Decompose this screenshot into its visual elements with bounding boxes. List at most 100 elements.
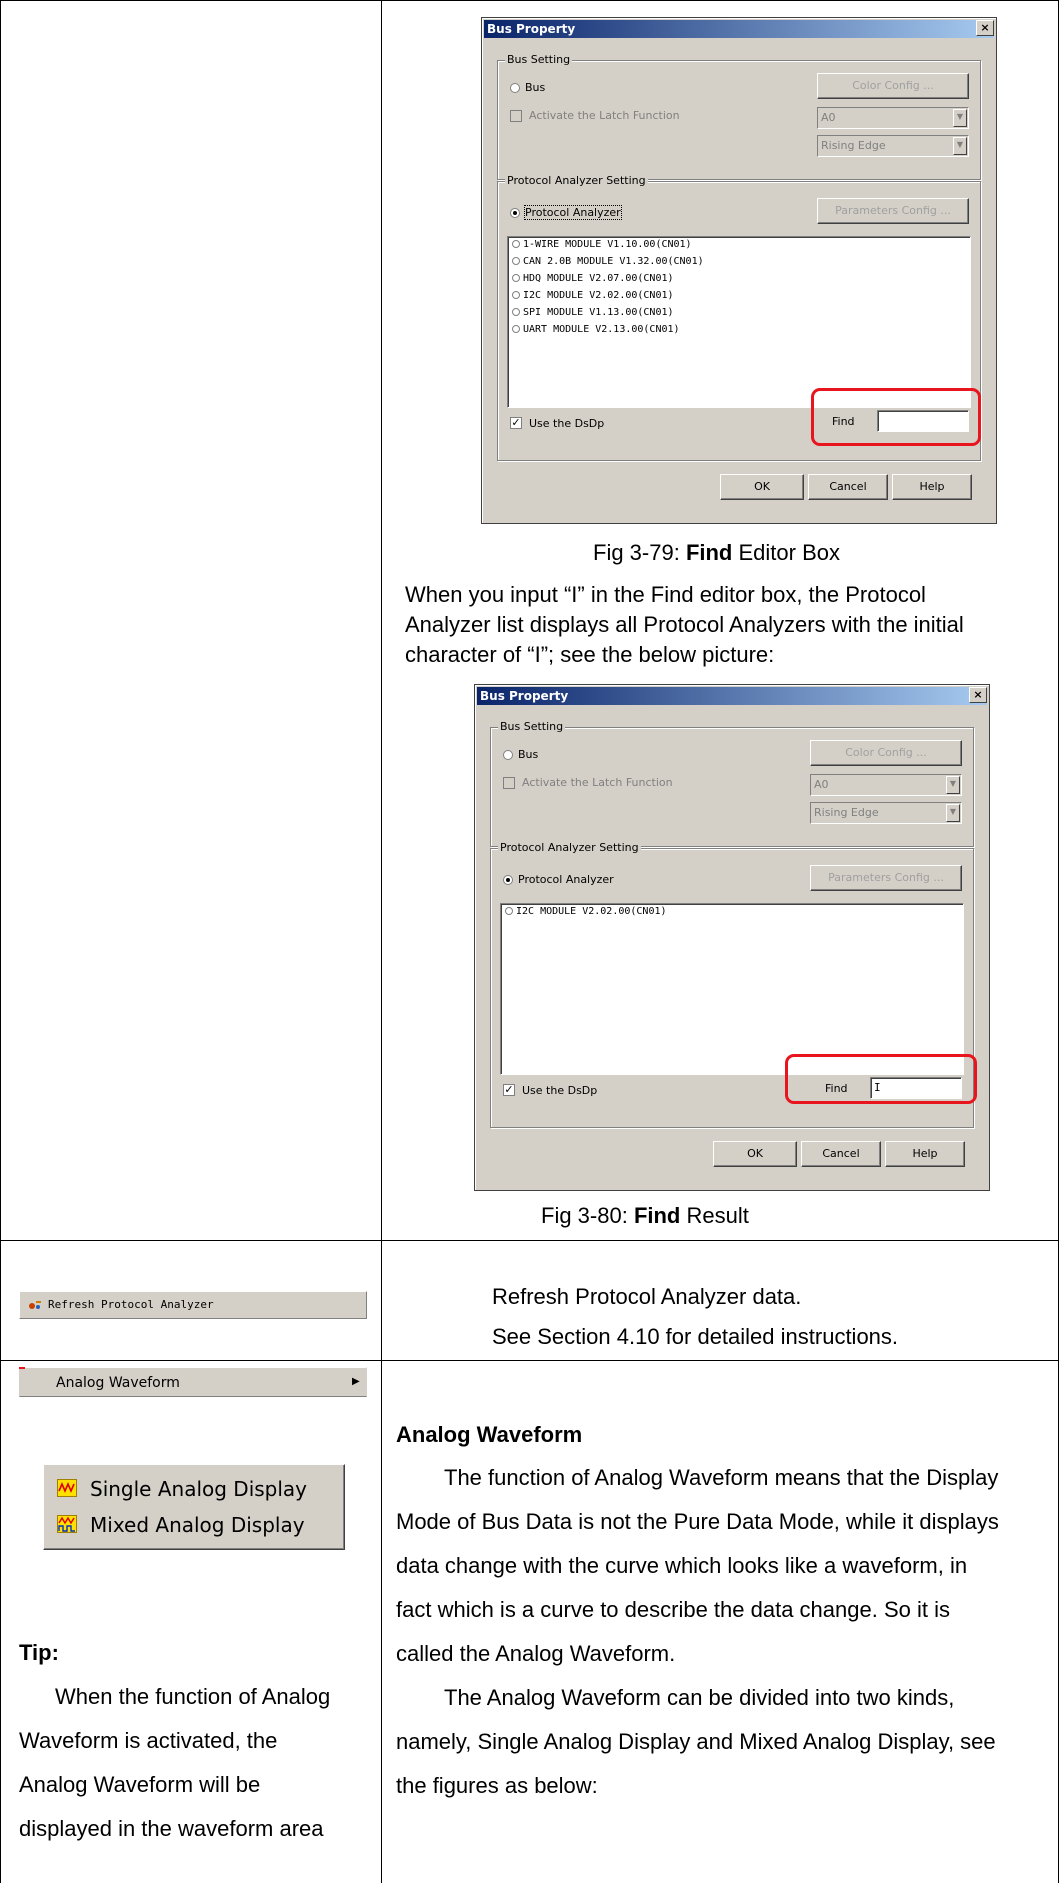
text-line: The function of Analog Waveform means th… [444, 1465, 999, 1490]
close-icon[interactable]: × [969, 687, 987, 703]
latch-channel-value: A0 [814, 778, 829, 791]
parameters-config-button[interactable]: Parameters Config ... [810, 865, 962, 891]
help-button[interactable]: Help [885, 1141, 965, 1167]
protocol-setting-title: Protocol Analyzer Setting [505, 174, 648, 187]
text-line: When the function of Analog [55, 1684, 331, 1709]
chevron-down-icon[interactable]: ▼ [946, 804, 960, 822]
protocol-analyzer-list[interactable]: I2C MODULE V2.02.00(CN01) [500, 903, 964, 1075]
cancel-button[interactable]: Cancel [801, 1141, 881, 1167]
text-line: the figures as below: [396, 1773, 598, 1798]
tip-heading: Tip: [19, 1640, 59, 1665]
use-dsdp-checkbox[interactable]: ✓ [510, 417, 522, 429]
text-line: See Section 4.10 for detailed instructio… [492, 1324, 899, 1349]
bus-radio[interactable] [510, 83, 520, 93]
color-config-button[interactable]: Color Config ... [817, 73, 969, 99]
mixed-analog-label: Mixed Analog Display [90, 1513, 305, 1537]
text-line: Analog Waveform will be [19, 1772, 261, 1797]
single-analog-display-item[interactable]: Single Analog Display [54, 1475, 334, 1503]
refresh-description: Refresh Protocol Analyzer data. See Sect… [492, 1277, 898, 1357]
text-line: Analyzer list displays all Protocol Anal… [405, 612, 964, 637]
protocol-setting-title: Protocol Analyzer Setting [498, 841, 641, 854]
analog-waveform-submenu: Single Analog Display Mixed Analog Displ… [43, 1464, 345, 1550]
text-line: character of “I”; see the below picture: [405, 642, 775, 667]
ok-button[interactable]: OK [720, 474, 804, 500]
cancel-button[interactable]: Cancel [808, 474, 888, 500]
radio-icon [505, 907, 513, 915]
chevron-down-icon[interactable]: ▼ [953, 109, 967, 127]
text-line: Refresh Protocol Analyzer data. [492, 1284, 802, 1309]
table-row-divider-2 [0, 1360, 1059, 1361]
figure-caption-3-80: Fig 3-80: Find Result [541, 1203, 749, 1228]
dialog-titlebar: Bus Property [477, 687, 987, 705]
radio-icon [512, 291, 520, 299]
radio-icon [512, 274, 520, 282]
menu-edge-marker [19, 1367, 25, 1369]
edge-combo[interactable]: Rising Edge ▼ [810, 802, 962, 824]
single-analog-icon [57, 1479, 77, 1497]
mixed-analog-icon [57, 1515, 77, 1533]
radio-icon [512, 325, 520, 333]
section-heading: Analog Waveform [396, 1422, 583, 1447]
latch-channel-value: A0 [821, 111, 836, 124]
edge-value: Rising Edge [821, 139, 886, 152]
text-line: data change with the curve which looks l… [396, 1553, 968, 1578]
list-item[interactable]: I2C MODULE V2.02.00(CN01) [512, 290, 674, 301]
text-line: When you input “I” in the Find editor bo… [405, 582, 926, 607]
bus-property-dialog: Bus Property × Bus Setting Bus Color Con… [481, 17, 997, 524]
latch-label: Activate the Latch Function [522, 776, 673, 789]
text-line: namely, Single Analog Display and Mixed … [396, 1729, 996, 1754]
radio-icon [512, 240, 520, 248]
text-line: displayed in the waveform area [19, 1816, 324, 1841]
list-item[interactable]: CAN 2.0B MODULE V1.32.00(CN01) [512, 256, 704, 267]
refresh-menu-label: Refresh Protocol Analyzer [48, 1298, 214, 1311]
list-item[interactable]: UART MODULE V2.13.00(CN01) [512, 324, 680, 335]
list-item[interactable]: 1-WIRE MODULE V1.10.00(CN01) [512, 239, 692, 250]
list-item[interactable]: HDQ MODULE V2.07.00(CN01) [512, 273, 674, 284]
latch-checkbox[interactable] [510, 110, 522, 122]
analog-waveform-menu-item[interactable]: Analog Waveform ▶ [19, 1367, 367, 1397]
bus-setting-title: Bus Setting [505, 53, 573, 66]
list-item[interactable]: SPI MODULE V1.13.00(CN01) [512, 307, 674, 318]
submenu-arrow-icon: ▶ [352, 1376, 360, 1387]
analog-waveform-label: Analog Waveform [56, 1375, 180, 1391]
parameters-config-button[interactable]: Parameters Config ... [817, 198, 969, 224]
protocol-analyzer-radio[interactable] [510, 208, 520, 218]
latch-channel-combo[interactable]: A0 ▼ [810, 774, 962, 796]
tip-text: When the function of Analog Waveform is … [19, 1675, 330, 1851]
dialog-titlebar: Bus Property [484, 20, 994, 38]
use-dsdp-checkbox[interactable]: ✓ [503, 1084, 515, 1096]
mixed-analog-display-item[interactable]: Mixed Analog Display [54, 1511, 334, 1539]
use-dsdp-label: Use the DsDp [522, 1084, 598, 1097]
latch-checkbox[interactable] [503, 777, 515, 789]
color-config-button[interactable]: Color Config ... [810, 740, 962, 766]
help-button[interactable]: Help [892, 474, 972, 500]
refresh-protocol-analyzer-menu-item[interactable]: Refresh Protocol Analyzer [19, 1291, 367, 1319]
chevron-down-icon[interactable]: ▼ [953, 137, 967, 155]
text-line: Mode of Bus Data is not the Pure Data Mo… [396, 1509, 999, 1534]
protocol-analyzer-label: Protocol Analyzer [518, 873, 614, 886]
edge-value: Rising Edge [814, 806, 879, 819]
radio-icon [512, 257, 520, 265]
analog-waveform-paragraph: The function of Analog Waveform means th… [396, 1456, 999, 1808]
protocol-analyzer-radio[interactable] [503, 875, 513, 885]
bus-radio[interactable] [503, 750, 513, 760]
find-description: When you input “I” in the Find editor bo… [405, 580, 964, 670]
list-item[interactable]: I2C MODULE V2.02.00(CN01) [505, 906, 667, 917]
chevron-down-icon[interactable]: ▼ [946, 776, 960, 794]
table-border-top [0, 0, 1059, 1]
text-line: The Analog Waveform can be divided into … [444, 1685, 955, 1710]
close-icon[interactable]: × [976, 20, 994, 36]
radio-icon [512, 308, 520, 316]
text-line: Waveform is activated, the [19, 1728, 278, 1753]
bus-setting-title: Bus Setting [498, 720, 566, 733]
latch-channel-combo[interactable]: A0 ▼ [817, 107, 969, 129]
ok-button[interactable]: OK [713, 1141, 797, 1167]
table-column-divider [381, 0, 382, 1883]
find-highlight-box [785, 1054, 977, 1104]
protocol-analyzer-list[interactable]: 1-WIRE MODULE V1.10.00(CN01) CAN 2.0B MO… [507, 236, 971, 408]
find-highlight-box [811, 388, 981, 446]
bus-property-dialog-result: Bus Property × Bus Setting Bus Color Con… [474, 684, 990, 1191]
table-border-left [0, 0, 1, 1883]
edge-combo[interactable]: Rising Edge ▼ [817, 135, 969, 157]
refresh-analyzer-icon [29, 1301, 41, 1309]
